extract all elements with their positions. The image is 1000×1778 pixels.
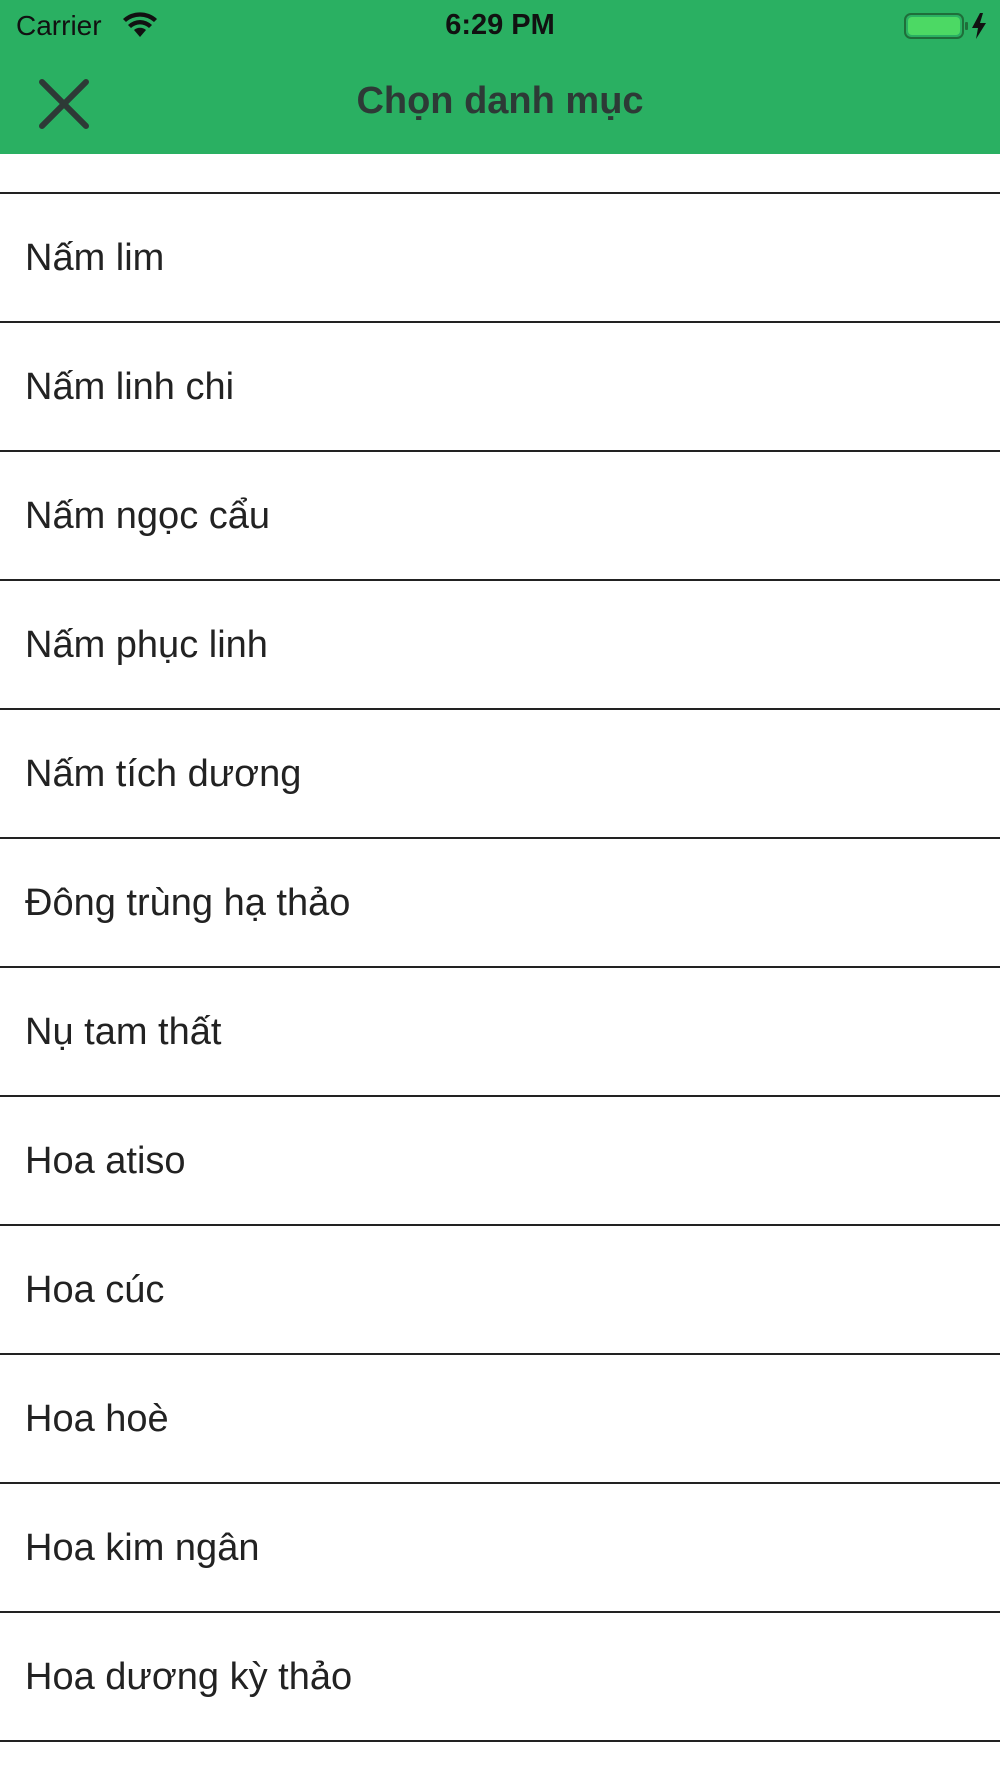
category-row[interactable]: Nấm lim	[0, 194, 1000, 323]
category-label: Nấm phục linh	[25, 623, 268, 666]
category-row[interactable]: Nấm tích dương	[0, 710, 1000, 839]
list-row-partial	[0, 154, 1000, 194]
category-row[interactable]: Nấm phục linh	[0, 581, 1000, 710]
category-label: Hoa kim ngân	[25, 1526, 260, 1569]
category-row[interactable]: Hoa hoè	[0, 1355, 1000, 1484]
category-row[interactable]: Nấm linh chi	[0, 323, 1000, 452]
navigation-bar: Chọn danh mục	[0, 54, 1000, 154]
category-row[interactable]: Hoa atiso	[0, 1097, 1000, 1226]
category-row[interactable]: Nụ tam thất	[0, 968, 1000, 1097]
top-bar: Carrier 6:29 PM Chọn danh mục	[0, 0, 1000, 154]
category-row[interactable]: Đông trùng hạ thảo	[0, 839, 1000, 968]
close-icon	[39, 79, 89, 129]
status-time: 6:29 PM	[445, 9, 555, 41]
status-bar: Carrier 6:29 PM	[0, 0, 1000, 50]
category-label: Nấm tích dương	[25, 752, 302, 795]
category-label: Nụ tam thất	[25, 1010, 222, 1053]
category-label: Nấm lim	[25, 236, 165, 279]
screen: Carrier 6:29 PM Chọn danh mục Nấm lim Nấ…	[0, 0, 1000, 1778]
category-label: Hoa dương kỳ thảo	[25, 1655, 353, 1698]
category-row[interactable]: Hoa kim ngân	[0, 1484, 1000, 1613]
category-row[interactable]: Hoa cúc	[0, 1226, 1000, 1355]
battery-charging-icon	[904, 13, 986, 39]
category-label: Hoa atiso	[25, 1139, 186, 1182]
close-button[interactable]	[24, 64, 104, 144]
category-label: Đông trùng hạ thảo	[25, 881, 351, 924]
category-row[interactable]: Hoa dương kỳ thảo	[0, 1613, 1000, 1742]
category-label: Nấm ngọc cẩu	[25, 494, 271, 537]
category-list[interactable]: Nấm lim Nấm linh chi Nấm ngọc cẩu Nấm phục …	[0, 154, 1000, 1778]
category-label: Nấm linh chi	[25, 365, 235, 408]
category-row[interactable]: Nấm ngọc cẩu	[0, 452, 1000, 581]
page-title: Chọn danh mục	[356, 80, 644, 122]
category-label: Hoa hoè	[25, 1397, 169, 1440]
category-label: Hoa cúc	[25, 1268, 165, 1311]
